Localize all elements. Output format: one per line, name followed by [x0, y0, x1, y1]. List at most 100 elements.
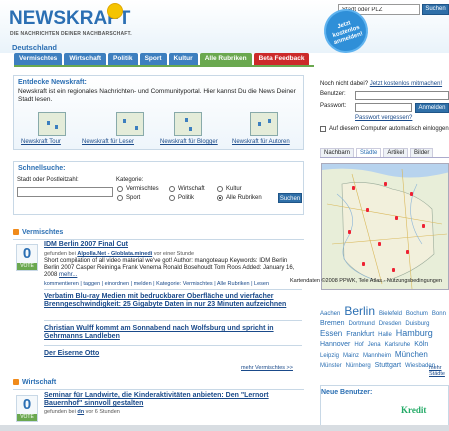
radio-label-alle-rubriken: Alle Rubriken — [226, 195, 262, 201]
city-tag[interactable]: Hannover — [320, 341, 350, 348]
vote-box[interactable]: 0 VOTE — [16, 395, 38, 422]
search-button[interactable]: Suchen — [422, 4, 449, 15]
article-title-idm-berlin[interactable]: IDM Berlin 2007 Final Cut — [44, 241, 302, 249]
article-title-wulff[interactable]: Christian Wulff kommt am Sonnabend nach … — [44, 325, 306, 341]
schnellsuche-button[interactable]: Suchen — [278, 193, 302, 203]
vote-box[interactable]: 0 VOTE — [16, 244, 38, 271]
password-label: Passwort: — [320, 103, 347, 109]
password-input[interactable] — [355, 103, 412, 112]
city-tag[interactable]: Aachen — [320, 311, 340, 317]
remember-checkbox[interactable] — [320, 126, 326, 132]
article-title-seminar-landwirte[interactable]: Seminar für Landwirte, die Kinderaktivit… — [44, 392, 302, 408]
map-pin-icon[interactable] — [392, 268, 395, 272]
city-tag[interactable]: Jena — [368, 342, 381, 348]
city-tag[interactable]: Dresden — [379, 321, 402, 327]
city-tag[interactable]: Hamburg — [396, 328, 433, 338]
radio-sport[interactable] — [117, 195, 123, 201]
city-tag[interactable]: Köln — [414, 341, 428, 348]
radio-alle-rubriken[interactable] — [217, 195, 223, 201]
login-button[interactable]: Anmelden — [415, 103, 449, 113]
city-tag[interactable]: Mainz — [343, 353, 359, 359]
tab-wirtschaft[interactable]: Wirtschaft — [64, 53, 107, 65]
leser-thumbnail[interactable] — [116, 112, 144, 136]
article-title-verbatim[interactable]: Verbatim Blu-ray Medien mit bedruckbarer… — [44, 293, 306, 309]
blogger-thumbnail[interactable] — [174, 112, 202, 136]
tour-thumbnail[interactable] — [38, 112, 66, 136]
radio-wirtschaft[interactable] — [169, 186, 175, 192]
map-pin-icon[interactable] — [406, 250, 409, 254]
more-cities-link[interactable]: mehr Städte — [429, 365, 449, 377]
rss-icon[interactable] — [13, 379, 19, 385]
meta-source-link[interactable]: Alpolla.Net - Globlata.minedi — [77, 251, 152, 257]
city-tag[interactable]: Halle — [378, 332, 392, 338]
tab-sport[interactable]: Sport — [139, 53, 167, 65]
city-tag[interactable]: Bremen — [320, 320, 345, 327]
city-tag[interactable]: Münster — [320, 363, 342, 369]
tab-bilder[interactable]: Bilder — [410, 148, 434, 157]
radio-kultur[interactable] — [217, 186, 223, 192]
map-pin-icon[interactable] — [366, 208, 369, 212]
map-copyright[interactable]: Kartendaten ©2008 PPWK, Tele Atlas - Nut… — [290, 278, 442, 284]
map-pin-icon[interactable] — [395, 216, 398, 220]
vote-button[interactable]: VOTE — [17, 263, 37, 270]
city-map[interactable] — [321, 163, 449, 290]
more-link[interactable]: mehr... — [59, 272, 77, 278]
tab-alle-rubriken[interactable]: Alle Rubriken — [199, 53, 252, 65]
ort-input[interactable] — [17, 187, 113, 197]
link-newskraft-tour[interactable]: Newskraft Tour — [21, 139, 61, 145]
city-tag[interactable]: München — [395, 350, 428, 359]
article-actions[interactable]: kommentieren | taggen | einordnen | meld… — [44, 281, 269, 287]
ort-label: Stadt oder Postleitzahl: — [17, 177, 79, 183]
city-tag[interactable]: Berlin — [344, 304, 375, 318]
link-newskraft-blogger[interactable]: Newskraft für Blogger — [160, 139, 218, 145]
wirtschaft-title: Wirtschaft — [22, 379, 57, 386]
radio-vermischtes[interactable] — [117, 186, 123, 192]
radio-politik[interactable] — [169, 195, 175, 201]
schnellsuche-title: Schnellsuche: — [18, 165, 66, 172]
new-user-logo-kredit[interactable]: Kredit — [401, 405, 426, 415]
register-link[interactable]: Jetzt kostenlos mitmachen! — [370, 81, 442, 87]
vote-count: 0 — [22, 396, 32, 413]
city-tag[interactable]: Dortmund — [348, 321, 374, 327]
tab-politik[interactable]: Politik — [108, 53, 138, 65]
autoren-thumbnail[interactable] — [250, 112, 278, 136]
city-tag[interactable]: Frankfurt — [346, 331, 374, 338]
map-pin-icon[interactable] — [410, 192, 413, 196]
map-pin-icon[interactable] — [378, 242, 381, 246]
city-tag[interactable]: Nürnberg — [346, 363, 371, 369]
map-pin-icon[interactable] — [422, 224, 425, 228]
username-input[interactable] — [355, 91, 449, 100]
wirtschaft-heading[interactable]: Wirtschaft — [13, 379, 56, 386]
city-tag[interactable]: Mannheim — [363, 353, 391, 359]
city-tag[interactable]: Bonn — [432, 311, 446, 317]
city-tag[interactable]: Bielefeld — [379, 311, 402, 317]
forgot-password-link[interactable]: Passwort vergessen? — [355, 115, 412, 121]
city-tag[interactable]: Duisburg — [405, 321, 429, 327]
rss-icon[interactable] — [13, 229, 19, 235]
tab-artikel[interactable]: Artikel — [383, 148, 409, 157]
link-newskraft-autoren[interactable]: Newskraft für Autoren — [232, 139, 290, 145]
location-label[interactable]: Deutschland — [12, 43, 57, 52]
city-tag[interactable]: Bochum — [406, 311, 428, 317]
tab-vermischtes[interactable]: Vermischtes — [14, 53, 63, 65]
more-vermischtes-link[interactable]: mehr Vermischtes >> — [241, 365, 293, 371]
radio-label-kultur: Kultur — [226, 186, 242, 192]
city-tag[interactable]: Essen — [320, 329, 342, 338]
map-pin-icon[interactable] — [348, 230, 351, 234]
map-pin-icon[interactable] — [352, 186, 355, 190]
city-tag[interactable]: Hof — [354, 342, 363, 348]
tab-staedte[interactable]: Städte — [356, 148, 382, 157]
tab-kultur[interactable]: Kultur — [168, 53, 198, 65]
vote-button[interactable]: VOTE — [17, 414, 37, 421]
vermischtes-heading[interactable]: Vermischtes — [13, 229, 63, 236]
tab-nachbarn[interactable]: Nachbarn — [320, 148, 355, 157]
city-tag[interactable]: Stuttgart — [375, 362, 401, 369]
city-tag[interactable]: Leipzig — [320, 353, 339, 359]
city-tag[interactable]: Karlsruhe — [385, 342, 411, 348]
map-pin-icon[interactable] — [384, 182, 387, 186]
meta-source-link[interactable]: dn — [77, 409, 84, 415]
article-title-eiserne-otto[interactable]: Der Eiserne Otto — [44, 350, 302, 358]
link-newskraft-leser[interactable]: Newskraft für Leser — [82, 139, 134, 145]
map-pin-icon[interactable] — [362, 262, 365, 266]
tab-beta-feedback[interactable]: Beta Feedback — [253, 53, 310, 65]
